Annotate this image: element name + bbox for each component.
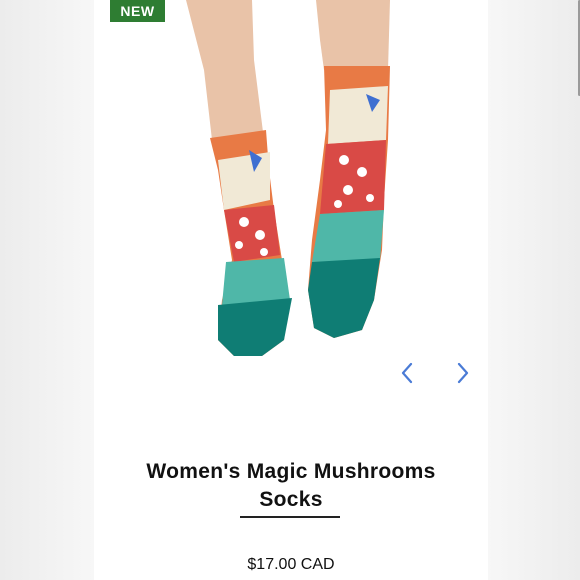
new-badge: NEW xyxy=(110,0,165,22)
chevron-left-icon xyxy=(401,362,413,384)
title-divider xyxy=(240,516,340,518)
product-page: NEW Women's Magic Mushrooms Socks $17.00… xyxy=(94,0,580,580)
left-background xyxy=(0,0,94,580)
chevron-right-icon xyxy=(457,362,469,384)
carousel-prev-button[interactable] xyxy=(396,360,418,386)
carousel-next-button[interactable] xyxy=(452,360,474,386)
right-background xyxy=(488,0,580,580)
product-title: Women's Magic Mushrooms Socks xyxy=(146,460,436,511)
product-price: $17.00 CAD xyxy=(247,556,335,573)
product-image[interactable] xyxy=(94,0,488,400)
